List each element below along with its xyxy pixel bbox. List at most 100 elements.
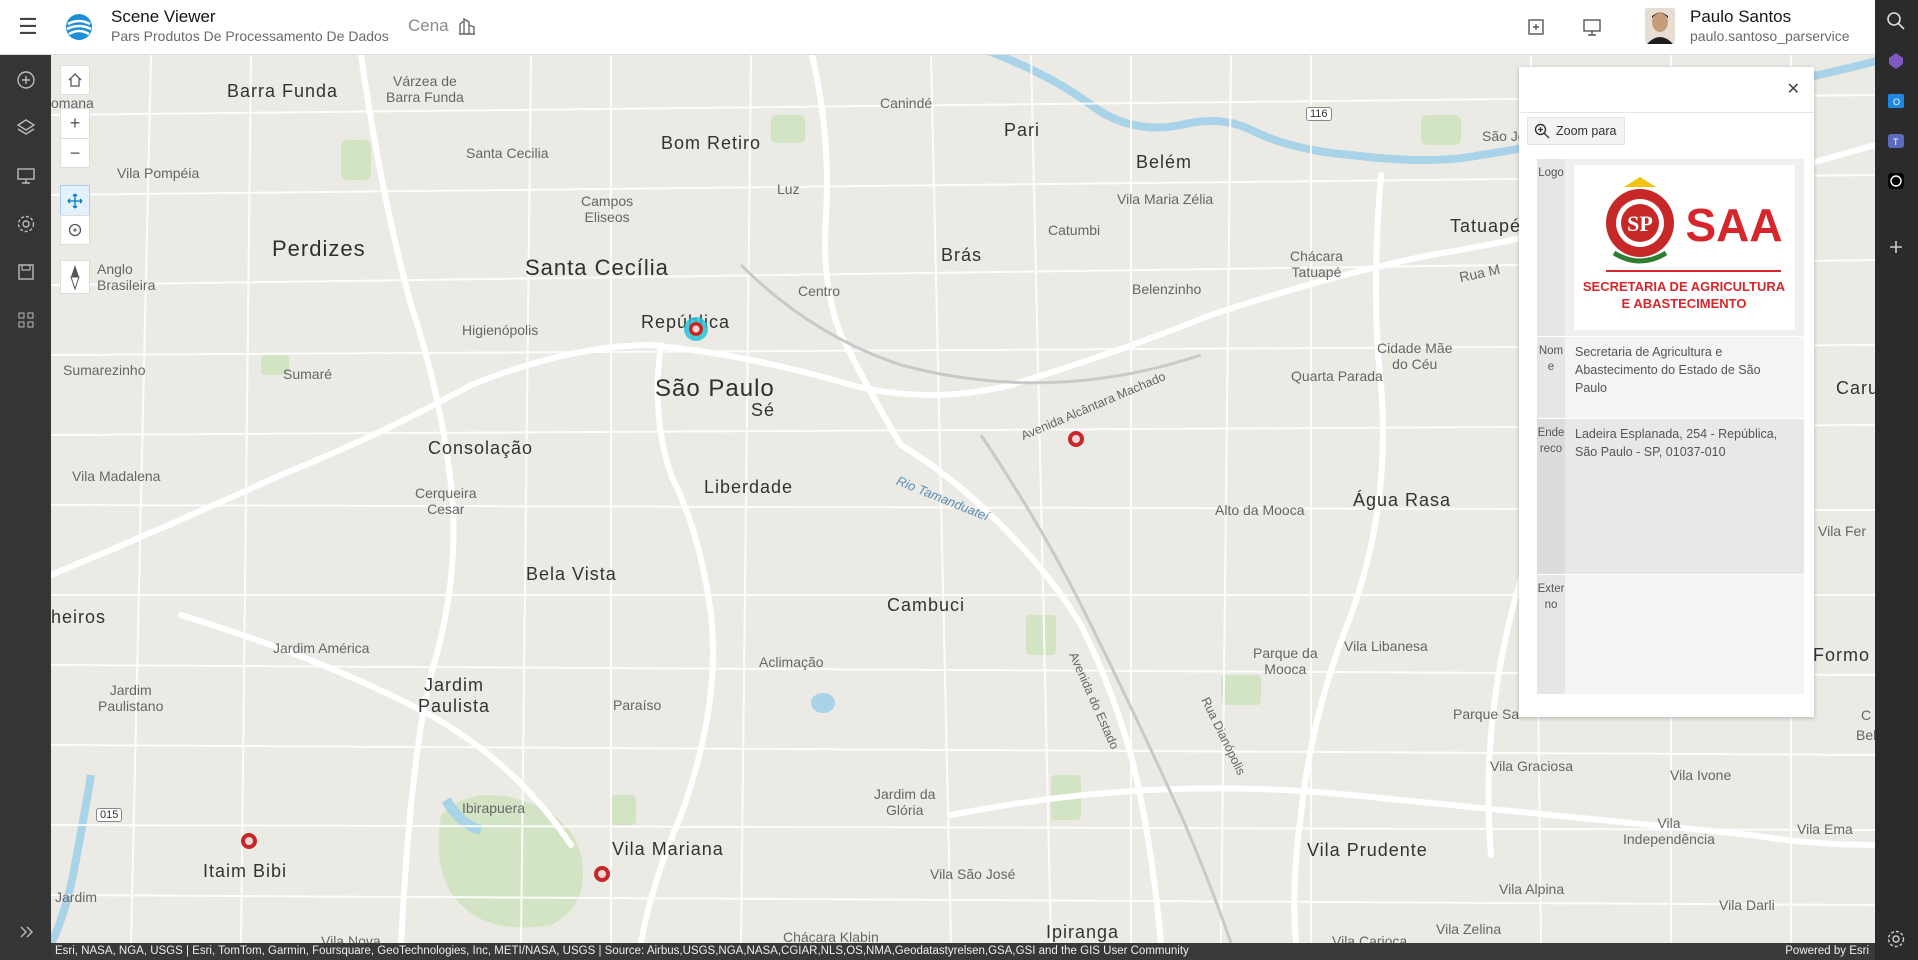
map-label: Alto da Mooca [1215, 502, 1305, 518]
map-label: Canindé [880, 95, 933, 111]
map-label: Jardim América [273, 640, 370, 656]
map-label: Vila Mariana [612, 839, 724, 859]
zoom-to-button[interactable]: Zoom para [1527, 117, 1626, 145]
zoom-out-button[interactable]: − [60, 138, 90, 168]
route-shield: 015 [96, 808, 123, 822]
map-label: Bela Vista [526, 564, 617, 584]
map-label: Higienópolis [462, 322, 539, 338]
map-label: Vila Graciosa [1490, 758, 1574, 774]
building-icon[interactable] [457, 16, 477, 36]
map-label: Jardim Paulistano [98, 682, 164, 714]
home-button[interactable] [60, 65, 90, 95]
app-title: Scene Viewer [111, 7, 216, 26]
selected-feature-marker[interactable] [683, 316, 709, 342]
map-label: Santa Cecília [525, 255, 669, 280]
svg-text:SAA: SAA [1685, 199, 1782, 251]
home-icon [68, 73, 82, 87]
map-label: Vila Zelina [1436, 921, 1502, 937]
map-label: Várzea de Barra Funda [386, 73, 464, 105]
map-label: Bom Retiro [661, 133, 762, 153]
save-icon[interactable] [15, 261, 37, 283]
map-label: Cerqueira Cesar [415, 485, 477, 517]
map-label: Sé [751, 400, 776, 420]
menu-icon[interactable]: ☰ [16, 15, 40, 39]
map-label: Campos Eliseos [581, 193, 634, 225]
table-row: Externo [1537, 575, 1804, 695]
map-label: Vila São José [930, 866, 1016, 882]
svg-text:SECRETARIA DE AGRICULTURA: SECRETARIA DE AGRICULTURA [1583, 279, 1786, 294]
map-label: Anglo Brasileira [97, 261, 156, 293]
map-label: São Paulo [655, 375, 775, 402]
present-icon[interactable] [1581, 16, 1603, 38]
map-label: Vila Maria Zélia [1117, 191, 1214, 207]
scene-viewer-logo-icon [66, 14, 92, 40]
add-icon[interactable] [1525, 16, 1547, 38]
map-label: Centro [798, 283, 841, 299]
app-header: ☰ Scene Viewer Pars Produtos De Processa… [0, 0, 1875, 55]
user-name[interactable]: Paulo Santos [1690, 7, 1791, 27]
popup-divider [1519, 112, 1814, 113]
map-label: Água Rasa [1353, 490, 1452, 510]
map-attribution: Esri, NASA, NGA, USGS | Esri, TomTom, Ga… [51, 943, 1875, 960]
feature-marker[interactable] [1067, 430, 1085, 448]
powered-by-esri[interactable]: Powered by Esri [1785, 943, 1869, 960]
zoom-in-button[interactable]: + [60, 108, 90, 138]
map-label: Vila Fer [1818, 523, 1866, 539]
zoom-out-icon: − [69, 142, 81, 163]
map-label: Cidade Mãe do Céu [1377, 340, 1453, 372]
copilot-icon[interactable] [1885, 50, 1907, 72]
map-label: Paraíso [613, 697, 662, 713]
map-label: Itaim Bibi [203, 861, 288, 881]
attribution-sources[interactable]: Esri, NASA, NGA, USGS | Esri, TomTom, Ga… [55, 943, 1189, 960]
map-label: Aclimação [759, 654, 824, 670]
map-label: Vila Carioca [1332, 933, 1408, 943]
feature-popup: ✕ Zoom para Logo SP SAA SECRETARIA DE AG… [1519, 67, 1814, 717]
map-label: Parque Sa [1453, 706, 1520, 722]
map-label: Catumbi [1048, 222, 1101, 238]
outlook-icon[interactable]: O [1885, 90, 1907, 112]
feature-marker[interactable] [240, 832, 258, 850]
avatar[interactable] [1645, 8, 1675, 44]
settings-icon[interactable] [1885, 928, 1907, 950]
settings-icon[interactable] [15, 213, 37, 235]
saa-logo-image: SP SAA SECRETARIA DE AGRICULTURA E ABAST… [1583, 177, 1786, 311]
chatgpt-icon[interactable] [1885, 170, 1907, 192]
svg-text:SP: SP [1627, 211, 1653, 236]
map-label: Vila Madalena [72, 468, 161, 484]
present-icon[interactable] [15, 165, 37, 187]
teams-icon[interactable]: T [1885, 130, 1907, 152]
map-label: Consolação [428, 438, 534, 458]
apps-grid-icon[interactable] [15, 309, 37, 331]
route-shield: 116 [1306, 107, 1332, 121]
scene-title[interactable]: Cena [408, 16, 449, 36]
map-label: Bel [1856, 727, 1875, 743]
expand-icon[interactable] [15, 921, 37, 943]
field-value-nome: Secretaria de Agricultura e Abasteciment… [1565, 337, 1804, 418]
zoom-to-label: Zoom para [1556, 124, 1617, 138]
browser-side-rail: O T [1875, 0, 1918, 960]
map-label: Brás [941, 245, 983, 265]
map-label: Ipiranga [1046, 922, 1120, 942]
feature-marker[interactable] [593, 865, 611, 883]
add-layer-icon[interactable] [15, 69, 37, 91]
table-row: Logo SP SAA SECRETARIA DE AGRICULTURA E … [1537, 159, 1804, 337]
map-label: heiros [51, 607, 107, 627]
user-handle: paulo.santoso_parservice [1690, 28, 1850, 44]
compass-button[interactable] [60, 260, 90, 294]
table-row: Nome Secretaria de Agricultura e Abastec… [1537, 337, 1804, 419]
rotate-button[interactable] [60, 215, 90, 245]
pan-button[interactable] [60, 185, 90, 215]
map-label: Vila Darli [1719, 897, 1775, 913]
add-icon[interactable] [1885, 236, 1907, 258]
map-label: Formo [1813, 645, 1871, 665]
scene-map[interactable]: Barra Funda Várzea de Barra Funda omana … [51, 55, 1875, 943]
map-label: Barra Funda [227, 81, 339, 101]
close-icon[interactable]: ✕ [1787, 79, 1800, 99]
map-label: Pari [1004, 120, 1041, 140]
map-label: Sumaré [283, 366, 333, 382]
table-row: Endereco Ladeira Esplanada, 254 - Repúbl… [1537, 419, 1804, 575]
field-name-logo: Logo [1537, 159, 1565, 336]
map-label: Belém [1136, 152, 1193, 172]
layers-icon[interactable] [15, 117, 37, 139]
search-icon[interactable] [1885, 10, 1907, 32]
